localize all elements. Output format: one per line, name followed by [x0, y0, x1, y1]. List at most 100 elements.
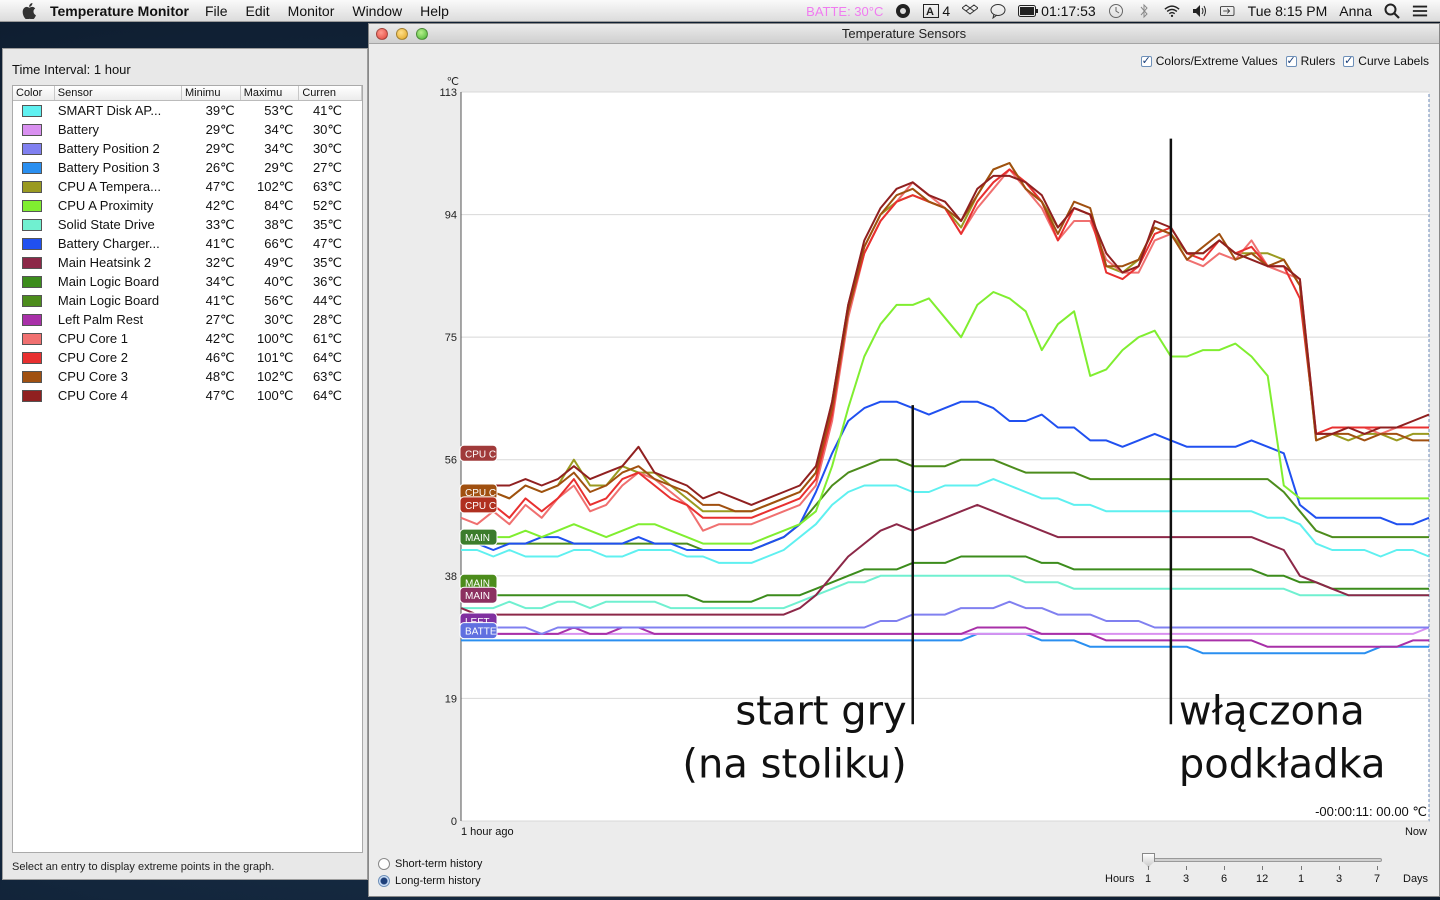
table-row[interactable]: Battery Position 2 29℃ 34℃ 30℃	[13, 139, 362, 158]
long-term-history-radio[interactable]: Long-term history	[378, 872, 482, 889]
table-row[interactable]: CPU A Proximity 42℃ 84℃ 52℃	[13, 196, 362, 215]
x-axis-start-label: 1 hour ago	[461, 826, 514, 838]
annotation-text: (na stoliku)	[682, 741, 906, 787]
temperature-sensors-window: Temperature Sensors ✓ Colors/Extreme Val…	[368, 23, 1440, 897]
color-swatch[interactable]	[22, 313, 42, 326]
y-tick-label: 56	[445, 455, 457, 467]
sensor-current: 64℃	[312, 387, 342, 403]
slider-tick-label: 6	[1221, 873, 1228, 885]
sensor-minimum: 46℃	[205, 349, 235, 365]
slider-tick-label: 3	[1183, 873, 1190, 885]
search-icon[interactable]	[1384, 3, 1400, 19]
color-swatch[interactable]	[22, 370, 42, 383]
color-swatch[interactable]	[22, 294, 42, 307]
table-row[interactable]: Main Logic Board 34℃ 40℃ 36℃	[13, 272, 362, 291]
history-mode: Short-term history Long-term history	[378, 855, 482, 889]
color-swatch[interactable]	[22, 389, 42, 402]
sensor-current: 64℃	[312, 349, 342, 365]
table-row[interactable]: Left Palm Rest 27℃ 30℃ 28℃	[13, 310, 362, 329]
table-row[interactable]: CPU Core 2 46℃ 101℃ 64℃	[13, 348, 362, 367]
temperature-chart[interactable]: 01938567594113℃start gry(na stoliku)włąc…	[369, 24, 1440, 898]
sensor-name: Main Heatsink 2	[57, 255, 152, 270]
menu-help[interactable]: Help	[420, 3, 449, 19]
table-row[interactable]: CPU A Tempera... 47℃ 102℃ 63℃	[13, 177, 362, 196]
timemachine-icon[interactable]	[1108, 3, 1124, 19]
font-icon[interactable]: A 4	[923, 3, 950, 19]
sensor-maximum: 84℃	[264, 197, 294, 213]
display-icon[interactable]	[1219, 3, 1236, 19]
sensor-maximum: 53℃	[264, 102, 294, 118]
short-term-history-radio[interactable]: Short-term history	[378, 855, 482, 872]
menu-edit[interactable]: Edit	[246, 3, 270, 19]
sensor-current: 36℃	[312, 273, 342, 289]
slider-tick-label: 3	[1336, 873, 1343, 885]
menu-file[interactable]: File	[205, 3, 228, 19]
sensor-minimum: 47℃	[205, 387, 235, 403]
battery-icon[interactable]: 01:17:53	[1018, 3, 1096, 19]
sensor-minimum: 34℃	[205, 273, 235, 289]
color-swatch[interactable]	[22, 237, 42, 250]
sensor-current: 52℃	[312, 197, 342, 213]
sensor-maximum: 38℃	[264, 216, 294, 232]
column-header-maximum[interactable]: Maximu	[241, 86, 300, 100]
sensor-name: Battery Position 3	[57, 160, 160, 175]
user-name[interactable]: Anna	[1339, 3, 1372, 19]
app-menu[interactable]: Temperature Monitor	[50, 3, 189, 19]
menu-monitor[interactable]: Monitor	[288, 3, 335, 19]
volume-icon[interactable]	[1192, 3, 1208, 19]
wifi-icon[interactable]	[1164, 3, 1180, 19]
color-swatch[interactable]	[22, 256, 42, 269]
curve-label-text: MAIN	[465, 591, 490, 602]
time-interval-label: Time Interval: 1 hour	[12, 62, 131, 77]
table-row[interactable]: CPU Core 4 47℃ 100℃ 64℃	[13, 386, 362, 405]
slider-tick-label: 7	[1374, 873, 1381, 885]
dropbox-icon[interactable]	[962, 3, 979, 19]
battery-temp-status[interactable]: BATTE: 30°C	[806, 4, 883, 19]
color-swatch[interactable]	[22, 275, 42, 288]
apple-icon[interactable]	[18, 0, 40, 22]
color-swatch[interactable]	[22, 161, 42, 174]
color-swatch[interactable]	[22, 199, 42, 212]
column-header-current[interactable]: Curren	[299, 86, 362, 100]
column-header-color[interactable]: Color	[13, 86, 55, 100]
annotation-text: włączona	[1179, 688, 1365, 734]
table-row[interactable]: Battery 29℃ 34℃ 30℃	[13, 120, 362, 139]
sensor-name: Battery Charger...	[57, 236, 160, 251]
sensor-minimum: 33℃	[205, 216, 235, 232]
menu-window[interactable]: Window	[352, 3, 402, 19]
bluetooth-icon[interactable]	[1136, 3, 1152, 19]
annotation-text: podkładka	[1179, 741, 1386, 787]
status-text: Select an entry to display extreme point…	[12, 861, 275, 873]
sensor-minimum: 47℃	[205, 178, 235, 194]
sensor-current: 28℃	[312, 311, 342, 327]
sensor-name: CPU Core 2	[57, 350, 128, 365]
column-header-minimum[interactable]: Minimu	[182, 86, 241, 100]
color-swatch[interactable]	[22, 104, 42, 117]
table-row[interactable]: Battery Charger... 41℃ 66℃ 47℃	[13, 234, 362, 253]
slider-tick	[1186, 866, 1187, 870]
chat-icon[interactable]	[990, 3, 1006, 19]
sensor-name: Battery Position 2	[57, 141, 160, 156]
color-swatch[interactable]	[22, 142, 42, 155]
time-range-slider-knob[interactable]	[1142, 853, 1155, 867]
color-swatch[interactable]	[22, 332, 42, 345]
mail-icon[interactable]	[895, 3, 911, 19]
color-swatch[interactable]	[22, 123, 42, 136]
table-row[interactable]: CPU Core 1 42℃ 100℃ 61℃	[13, 329, 362, 348]
column-header-sensor[interactable]: Sensor	[55, 86, 183, 100]
table-row[interactable]: Battery Position 3 26℃ 29℃ 27℃	[13, 158, 362, 177]
color-swatch[interactable]	[22, 180, 42, 193]
table-row[interactable]: Main Logic Board 41℃ 56℃ 44℃	[13, 291, 362, 310]
datetime[interactable]: Tue 8:15 PM	[1248, 3, 1328, 19]
table-row[interactable]: CPU Core 3 48℃ 102℃ 63℃	[13, 367, 362, 386]
table-row[interactable]: SMART Disk AP... 39℃ 53℃ 41℃	[13, 101, 362, 120]
list-icon[interactable]	[1412, 3, 1428, 19]
sensor-maximum: 102℃	[257, 368, 294, 384]
time-range-slider-track[interactable]	[1148, 858, 1382, 862]
table-row[interactable]: Solid State Drive 33℃ 38℃ 35℃	[13, 215, 362, 234]
table-row[interactable]: Main Heatsink 2 32℃ 49℃ 35℃	[13, 253, 362, 272]
cursor-readout: -00:00:11: 00.00 ℃	[1315, 804, 1427, 819]
color-swatch[interactable]	[22, 351, 42, 364]
slider-tick	[1377, 866, 1378, 870]
color-swatch[interactable]	[22, 218, 42, 231]
